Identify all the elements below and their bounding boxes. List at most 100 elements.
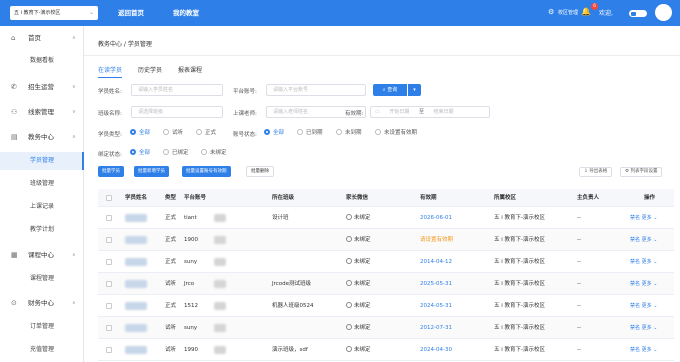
bind-radio-bound[interactable]: 已绑定 bbox=[163, 148, 189, 157]
bind-radio-all[interactable]: 全部 bbox=[130, 148, 150, 157]
rename-link[interactable]: 禁名 bbox=[630, 347, 640, 353]
sidebar-item-orders[interactable]: 订单管理 bbox=[0, 318, 84, 336]
bulk-delete-button[interactable]: 批量删除 bbox=[246, 166, 274, 177]
row-checkbox[interactable] bbox=[106, 281, 112, 287]
cell-valid-until: 2025-05-31 bbox=[420, 281, 452, 287]
chevron-down-icon: ⌄ bbox=[651, 347, 658, 353]
avatar[interactable]: ☺ bbox=[655, 4, 672, 21]
more-link[interactable]: 更多 bbox=[642, 259, 652, 265]
chevron-down-icon: ⌄ bbox=[651, 303, 658, 309]
more-link[interactable]: 更多 bbox=[642, 325, 652, 331]
row-checkbox[interactable] bbox=[106, 259, 112, 265]
student-name-redacted bbox=[125, 258, 147, 266]
status-radio-valid[interactable]: 未到期 bbox=[336, 128, 362, 137]
column-settings-button[interactable]: ⚙ 列表字段设置 bbox=[620, 167, 663, 177]
bind-radio-unbound[interactable]: 未绑定 bbox=[201, 148, 227, 157]
date-range-picker[interactable]: ▭ 开始日期 至 结束日期 bbox=[370, 106, 490, 118]
tab-current-students[interactable]: 在读学员 bbox=[98, 65, 123, 78]
more-link[interactable]: 更多 bbox=[642, 215, 652, 221]
teacher-label: 上课老师: bbox=[233, 111, 257, 117]
account-redacted bbox=[214, 346, 226, 354]
tab-report-courses[interactable]: 报表课程 bbox=[178, 65, 202, 74]
rename-link[interactable]: 禁名 bbox=[630, 215, 640, 221]
back-home-link[interactable]: 返回首页 bbox=[118, 7, 144, 17]
select-all-checkbox[interactable] bbox=[106, 195, 112, 201]
home-icon: ⌂ bbox=[11, 34, 16, 42]
type-radio-trial[interactable]: 试听 bbox=[163, 128, 183, 137]
more-link[interactable]: 更多 bbox=[642, 237, 652, 243]
row-checkbox[interactable] bbox=[106, 303, 112, 309]
row-actions: 禁名 更多 ⌄ bbox=[630, 295, 657, 317]
sidebar-group-academic[interactable]: ▤ 教务中心 ∧ bbox=[0, 128, 84, 146]
status-radio-all[interactable]: 全部 bbox=[264, 128, 284, 137]
sidebar-item-classes[interactable]: 班级管理 bbox=[0, 175, 84, 193]
bell-icon[interactable]: 🔔 bbox=[581, 7, 591, 16]
chevron-up-icon: ∧ bbox=[72, 35, 76, 41]
chevron-down-icon: ⌄ bbox=[651, 259, 658, 265]
sidebar-item-lesson-records[interactable]: 上课记录 bbox=[0, 198, 84, 216]
sidebar-group-finance[interactable]: ⊙ 财务中心 ∧ bbox=[0, 294, 84, 312]
sidebar-group-course[interactable]: ▦ 课程中心 ∧ bbox=[0, 246, 84, 264]
sidebar-group-recruit[interactable]: ✆ 招生运营 ∨ bbox=[0, 78, 84, 96]
row-checkbox[interactable] bbox=[106, 237, 112, 243]
export-table-button[interactable]: ⇩ 导出表格 bbox=[579, 167, 613, 177]
status-radio-unset[interactable]: 未设置有效期 bbox=[375, 128, 418, 137]
sidebar-item-teaching-plan[interactable]: 教学计划 bbox=[0, 221, 84, 239]
my-desk-link[interactable]: 我的教室 bbox=[173, 7, 199, 17]
campus-icon: ⚙ bbox=[548, 8, 555, 16]
range-separator: 至 bbox=[418, 109, 424, 115]
sidebar-item-course-mgmt[interactable]: 课程管理 bbox=[0, 270, 84, 288]
tab-history-students[interactable]: 历史学员 bbox=[138, 65, 162, 74]
branch-selector[interactable]: 五 i 教育下-演示校区 ⌄ bbox=[10, 6, 98, 20]
greeting-text: 欢迎, bbox=[599, 10, 613, 17]
more-link[interactable]: 更多 bbox=[642, 303, 652, 309]
cell-wechat: 未绑定 bbox=[346, 273, 371, 295]
sidebar-group-home[interactable]: ⌂ 首页 ∧ bbox=[0, 29, 84, 47]
sidebar-group-leads[interactable]: ⚇ 线索管理 ∨ bbox=[0, 103, 84, 121]
sidebar-item-dashboard[interactable]: 数据看板 bbox=[0, 52, 84, 70]
table-row: 试听 1990 演示班级，sdf 未绑定 2024-04-30 五 i 教育下-演示校区 -… bbox=[98, 339, 674, 361]
status-radio-expired[interactable]: 已到期 bbox=[297, 128, 323, 137]
bulk-students-button[interactable]: 批量学员 bbox=[98, 166, 124, 177]
cell-owner: -- bbox=[577, 237, 581, 243]
cell-wechat: 未绑定 bbox=[346, 317, 371, 339]
cell-account: Jrco bbox=[184, 281, 195, 287]
more-link[interactable]: 更多 bbox=[642, 281, 652, 287]
cell-account: suny bbox=[184, 325, 198, 331]
table-row: 试听 Jrco Jrcode测试班级 未绑定 2025-05-31 五 i 教育下-演示校… bbox=[98, 273, 674, 295]
theme-toggle[interactable] bbox=[629, 10, 647, 17]
bulk-set-validity-button[interactable]: 批量设置账号有效期 bbox=[182, 166, 231, 177]
bulk-add-students-button[interactable]: 批量新增学员 bbox=[134, 166, 169, 177]
radio-label: 已绑定 bbox=[172, 150, 189, 156]
wechat-status: 未绑定 bbox=[354, 281, 371, 287]
platform-account-input[interactable]: 请输入平台账号 bbox=[266, 84, 366, 96]
rename-link[interactable]: 禁名 bbox=[630, 281, 640, 287]
table-header: 学员姓名 类型 平台账号 所在班级 家长微信 有效期 所属校区 主负责人 操作 bbox=[98, 189, 674, 207]
type-radio-formal[interactable]: 正式 bbox=[196, 128, 216, 137]
wechat-status: 未绑定 bbox=[354, 303, 371, 309]
row-actions: 禁名 更多 ⌄ bbox=[630, 229, 657, 251]
class-name-select[interactable]: 请选择班级 bbox=[131, 106, 223, 118]
rename-link[interactable]: 禁名 bbox=[630, 303, 640, 309]
cell-owner: -- bbox=[577, 215, 581, 221]
radio-label: 未设置有效期 bbox=[384, 130, 418, 136]
student-name-redacted bbox=[125, 346, 147, 354]
rename-link[interactable]: 禁名 bbox=[630, 325, 640, 331]
campus-admin-link[interactable]: 校区管理 bbox=[558, 9, 578, 16]
row-checkbox[interactable] bbox=[106, 347, 112, 353]
more-link[interactable]: 更多 bbox=[642, 347, 652, 353]
cell-valid-until: 请设置有效期 bbox=[420, 237, 454, 243]
student-name-redacted bbox=[125, 214, 147, 222]
query-button[interactable]: ⌕ 查询 bbox=[373, 84, 407, 96]
sidebar-item-recharge[interactable]: 充值管理 bbox=[0, 341, 84, 359]
query-dropdown-button[interactable]: ▾ bbox=[408, 84, 421, 96]
rename-link[interactable]: 禁名 bbox=[630, 259, 640, 265]
type-radio-all[interactable]: 全部 bbox=[130, 128, 150, 137]
student-name-input[interactable]: 请输入学员姓名 bbox=[131, 84, 223, 96]
row-checkbox[interactable] bbox=[106, 215, 112, 221]
wechat-icon bbox=[346, 213, 352, 220]
student-type-label: 学员类型: bbox=[98, 132, 122, 138]
rename-link[interactable]: 禁名 bbox=[630, 237, 640, 243]
sidebar-item-students[interactable]: 学员管理 bbox=[0, 152, 84, 170]
row-checkbox[interactable] bbox=[106, 325, 112, 331]
